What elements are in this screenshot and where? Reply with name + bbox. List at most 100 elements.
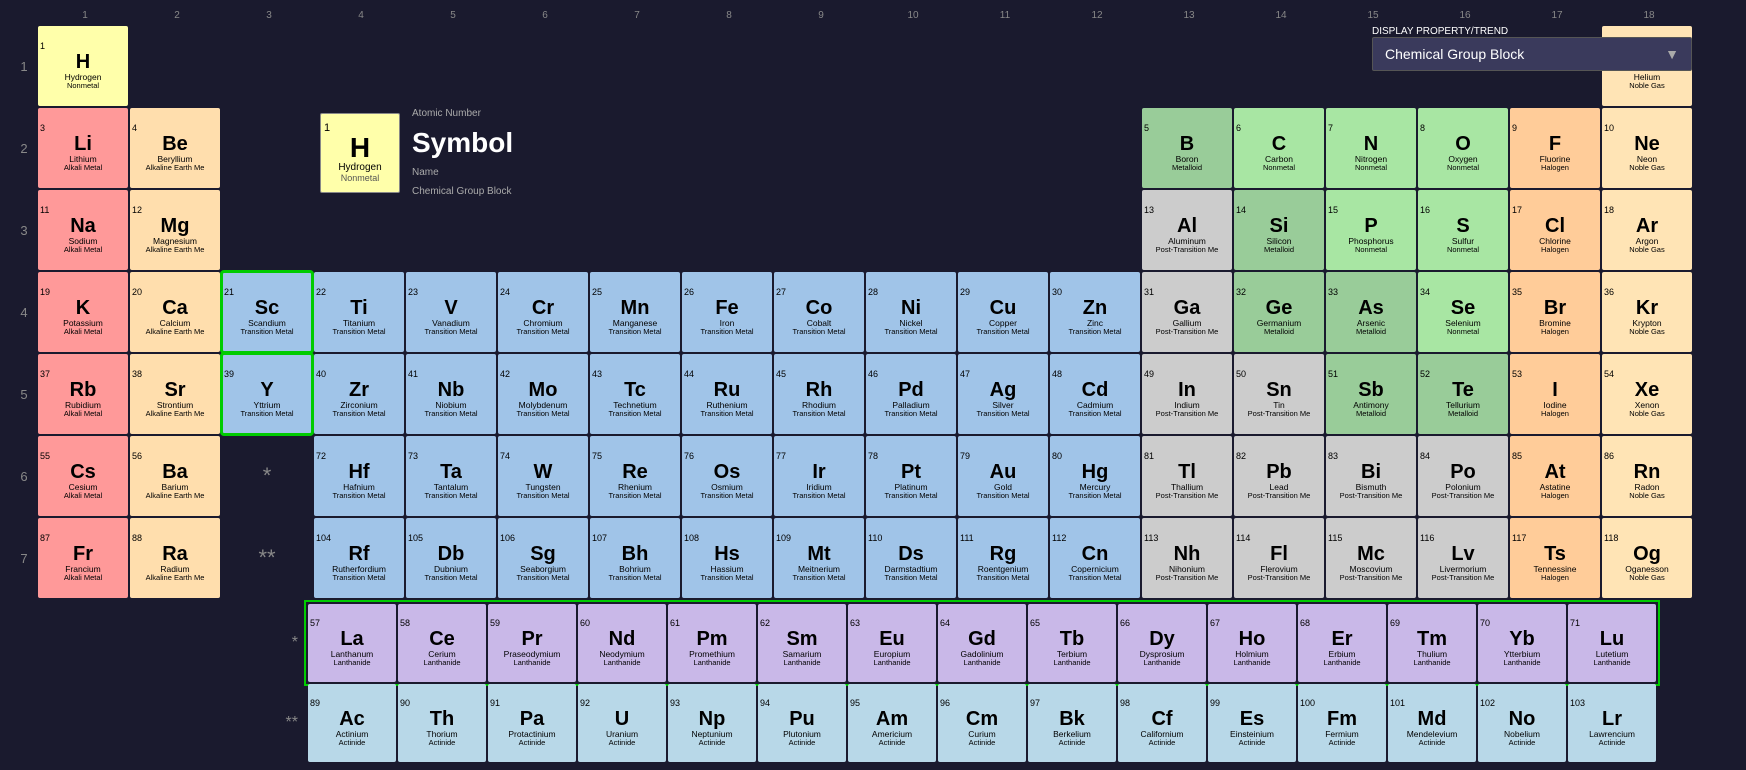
element-Cm[interactable]: 96 Cm Curium Actinide	[938, 684, 1026, 762]
element-Nb[interactable]: 41 Nb Niobium Transition Metal	[406, 354, 496, 434]
element-Li[interactable]: 3 Li Lithium Alkali Metal	[38, 108, 128, 188]
element-Es[interactable]: 99 Es Einsteinium Actinide	[1208, 684, 1296, 762]
element-I[interactable]: 53 I Iodine Halogen	[1510, 354, 1600, 434]
element-Hg[interactable]: 80 Hg Mercury Transition Metal	[1050, 436, 1140, 516]
element-Y[interactable]: 39 Y Yttrium Transition Metal	[222, 354, 312, 434]
element-Rh[interactable]: 45 Rh Rhodium Transition Metal	[774, 354, 864, 434]
element-At[interactable]: 85 At Astatine Halogen	[1510, 436, 1600, 516]
element-Hf[interactable]: 72 Hf Hafnium Transition Metal	[314, 436, 404, 516]
element-Zn[interactable]: 30 Zn Zinc Transition Metal	[1050, 272, 1140, 352]
element-Yb[interactable]: 70 Yb Ytterbium Lanthanide	[1478, 604, 1566, 682]
element-Mo[interactable]: 42 Mo Molybdenum Transition Metal	[498, 354, 588, 434]
element-Nh[interactable]: 113 Nh Nihonium Post-Transition Me	[1142, 518, 1232, 598]
element-Re[interactable]: 75 Re Rhenium Transition Metal	[590, 436, 680, 516]
element-Og[interactable]: 118 Og Oganesson Noble Gas	[1602, 518, 1692, 598]
element-Lv[interactable]: 116 Lv Livermorium Post-Transition Me	[1418, 518, 1508, 598]
element-Ne[interactable]: 10 Ne Neon Noble Gas	[1602, 108, 1692, 188]
element-Os[interactable]: 76 Os Osmium Transition Metal	[682, 436, 772, 516]
element-Te[interactable]: 52 Te Tellurium Metalloid	[1418, 354, 1508, 434]
element-Pt[interactable]: 78 Pt Platinum Transition Metal	[866, 436, 956, 516]
element-Np[interactable]: 93 Np Neptunium Actinide	[668, 684, 756, 762]
element-Cs[interactable]: 55 Cs Cesium Alkali Metal	[38, 436, 128, 516]
element-Lr[interactable]: 103 Lr Lawrencium Actinide	[1568, 684, 1656, 762]
element-Tl[interactable]: 81 Tl Thallium Post-Transition Me	[1142, 436, 1232, 516]
element-Lu[interactable]: 71 Lu Lutetium Lanthanide	[1568, 604, 1656, 682]
element-No[interactable]: 102 No Nobelium Actinide	[1478, 684, 1566, 762]
element-Fl[interactable]: 114 Fl Flerovium Post-Transition Me	[1234, 518, 1324, 598]
element-Zr[interactable]: 40 Zr Zirconium Transition Metal	[314, 354, 404, 434]
element-Pm[interactable]: 61 Pm Promethium Lanthanide	[668, 604, 756, 682]
element-K[interactable]: 19 K Potassium Alkali Metal	[38, 272, 128, 352]
element-W[interactable]: 74 W Tungsten Transition Metal	[498, 436, 588, 516]
element-Ga[interactable]: 31 Ga Gallium Post-Transition Me	[1142, 272, 1232, 352]
element-Mn[interactable]: 25 Mn Manganese Transition Metal	[590, 272, 680, 352]
element-La[interactable]: 57 La Lanthanum Lanthanide	[308, 604, 396, 682]
element-Rb[interactable]: 37 Rb Rubidium Alkali Metal	[38, 354, 128, 434]
element-Cr[interactable]: 24 Cr Chromium Transition Metal	[498, 272, 588, 352]
element-Db[interactable]: 105 Db Dubnium Transition Metal	[406, 518, 496, 598]
element-Am[interactable]: 95 Am Americium Actinide	[848, 684, 936, 762]
element-Cn[interactable]: 112 Cn Copernicium Transition Metal	[1050, 518, 1140, 598]
element-Ni[interactable]: 28 Ni Nickel Transition Metal	[866, 272, 956, 352]
element-Th[interactable]: 90 Th Thorium Actinide	[398, 684, 486, 762]
element-Pb[interactable]: 82 Pb Lead Post-Transition Me	[1234, 436, 1324, 516]
element-Ce[interactable]: 58 Ce Cerium Lanthanide	[398, 604, 486, 682]
element-Pa[interactable]: 91 Pa Protactinium Actinide	[488, 684, 576, 762]
element-Mt[interactable]: 109 Mt Meitnerium Transition Metal	[774, 518, 864, 598]
element-Sg[interactable]: 106 Sg Seaborgium Transition Metal	[498, 518, 588, 598]
element-Cd[interactable]: 48 Cd Cadmium Transition Metal	[1050, 354, 1140, 434]
element-Kr[interactable]: 36 Kr Krypton Noble Gas	[1602, 272, 1692, 352]
element-Ta[interactable]: 73 Ta Tantalum Transition Metal	[406, 436, 496, 516]
display-property-dropdown[interactable]: Chemical Group Block ▼	[1372, 37, 1692, 71]
element-O[interactable]: 8 O Oxygen Nonmetal	[1418, 108, 1508, 188]
element-Ge[interactable]: 32 Ge Germanium Metalloid	[1234, 272, 1324, 352]
element-Ti[interactable]: 22 Ti Titanium Transition Metal	[314, 272, 404, 352]
element-Ac[interactable]: 89 Ac Actinium Actinide	[308, 684, 396, 762]
element-Pu[interactable]: 94 Pu Plutonium Actinide	[758, 684, 846, 762]
element-Rf[interactable]: 104 Rf Rutherfordium Transition Metal	[314, 518, 404, 598]
element-Ds[interactable]: 110 Ds Darmstadtium Transition Metal	[866, 518, 956, 598]
element-N[interactable]: 7 N Nitrogen Nonmetal	[1326, 108, 1416, 188]
element-V[interactable]: 23 V Vanadium Transition Metal	[406, 272, 496, 352]
element-Ba[interactable]: 56 Ba Barium Alkaline Earth Me	[130, 436, 220, 516]
element-Ts[interactable]: 117 Ts Tennessine Halogen	[1510, 518, 1600, 598]
element-Ar[interactable]: 18 Ar Argon Noble Gas	[1602, 190, 1692, 270]
element-Fr[interactable]: 87 Fr Francium Alkali Metal	[38, 518, 128, 598]
element-Nd[interactable]: 60 Nd Neodymium Lanthanide	[578, 604, 666, 682]
element-Rg[interactable]: 111 Rg Roentgenium Transition Metal	[958, 518, 1048, 598]
element-Fe[interactable]: 26 Fe Iron Transition Metal	[682, 272, 772, 352]
element-Br[interactable]: 35 Br Bromine Halogen	[1510, 272, 1600, 352]
element-Sc[interactable]: 21 Sc Scandium Transition Metal	[222, 272, 312, 352]
element-Cl[interactable]: 17 Cl Chlorine Halogen	[1510, 190, 1600, 270]
element-Sn[interactable]: 50 Sn Tin Post-Transition Me	[1234, 354, 1324, 434]
element-Er[interactable]: 68 Er Erbium Lanthanide	[1298, 604, 1386, 682]
element-Tb[interactable]: 65 Tb Terbium Lanthanide	[1028, 604, 1116, 682]
element-Md[interactable]: 101 Md Mendelevium Actinide	[1388, 684, 1476, 762]
element-Mc[interactable]: 115 Mc Moscovium Post-Transition Me	[1326, 518, 1416, 598]
element-Cf[interactable]: 98 Cf Californium Actinide	[1118, 684, 1206, 762]
element-Rn[interactable]: 86 Rn Radon Noble Gas	[1602, 436, 1692, 516]
element-Au[interactable]: 79 Au Gold Transition Metal	[958, 436, 1048, 516]
element-Pd[interactable]: 46 Pd Palladium Transition Metal	[866, 354, 956, 434]
element-Bk[interactable]: 97 Bk Berkelium Actinide	[1028, 684, 1116, 762]
element-P[interactable]: 15 P Phosphorus Nonmetal	[1326, 190, 1416, 270]
element-H[interactable]: 1 H Hydrogen Nonmetal	[38, 26, 128, 106]
element-B[interactable]: 5 B Boron Metalloid	[1142, 108, 1232, 188]
element-Mg[interactable]: 12 Mg Magnesium Alkaline Earth Me	[130, 190, 220, 270]
element-As[interactable]: 33 As Arsenic Metalloid	[1326, 272, 1416, 352]
element-Sm[interactable]: 62 Sm Samarium Lanthanide	[758, 604, 846, 682]
element-Cu[interactable]: 29 Cu Copper Transition Metal	[958, 272, 1048, 352]
element-Hs[interactable]: 108 Hs Hassium Transition Metal	[682, 518, 772, 598]
element-Ru[interactable]: 44 Ru Ruthenium Transition Metal	[682, 354, 772, 434]
element-Ho[interactable]: 67 Ho Holmium Lanthanide	[1208, 604, 1296, 682]
element-Ra[interactable]: 88 Ra Radium Alkaline Earth Me	[130, 518, 220, 598]
element-Ca[interactable]: 20 Ca Calcium Alkaline Earth Me	[130, 272, 220, 352]
element-Po[interactable]: 84 Po Polonium Post-Transition Me	[1418, 436, 1508, 516]
element-Si[interactable]: 14 Si Silicon Metalloid	[1234, 190, 1324, 270]
element-Gd[interactable]: 64 Gd Gadolinium Lanthanide	[938, 604, 1026, 682]
element-C[interactable]: 6 C Carbon Nonmetal	[1234, 108, 1324, 188]
element-Al[interactable]: 13 Al Aluminum Post-Transition Me	[1142, 190, 1232, 270]
element-Sb[interactable]: 51 Sb Antimony Metalloid	[1326, 354, 1416, 434]
element-Ag[interactable]: 47 Ag Silver Transition Metal	[958, 354, 1048, 434]
element-U[interactable]: 92 U Uranium Actinide	[578, 684, 666, 762]
